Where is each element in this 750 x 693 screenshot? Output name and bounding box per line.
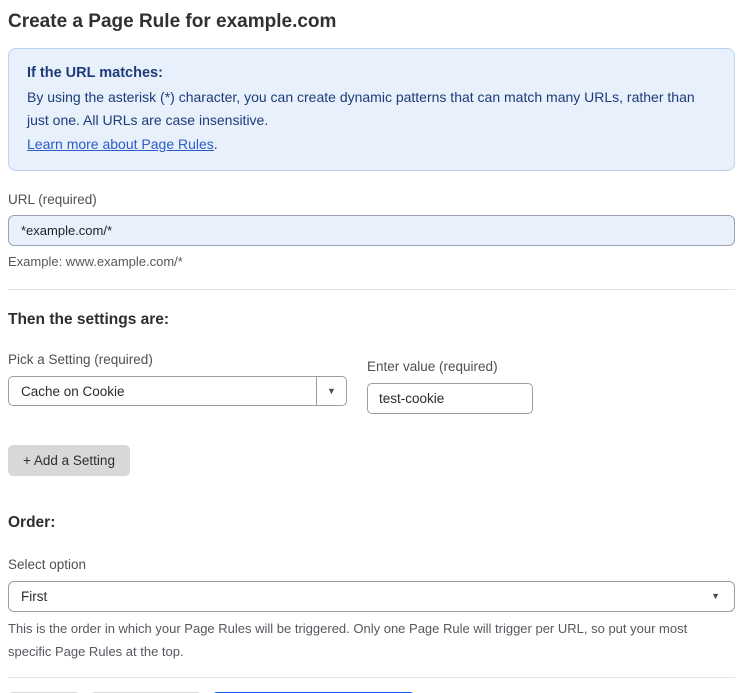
setting-value-input[interactable]: [367, 383, 533, 414]
page-title: Create a Page Rule for example.com: [8, 11, 337, 32]
info-box-heading: If the URL matches:: [27, 65, 163, 81]
create-page-rule-form: Create a Page Rule for example.com If th…: [0, 0, 750, 693]
settings-row: Pick a Setting (required) Cache on Cooki…: [8, 352, 735, 414]
order-helper-text: This is the order in which your Page Rul…: [8, 621, 688, 659]
order-section-heading: Order:: [8, 514, 56, 531]
footer-divider: [8, 677, 735, 678]
add-setting-button[interactable]: + Add a Setting: [8, 445, 130, 476]
section-divider: [8, 289, 735, 290]
info-box-body-text: By using the asterisk (*) character, you…: [27, 88, 695, 129]
setting-value-column: Enter value (required): [367, 359, 533, 414]
setting-dropdown-button[interactable]: ▼: [316, 377, 346, 405]
settings-section-heading: Then the settings are:: [8, 311, 170, 328]
setting-value-label: Enter value (required): [367, 359, 498, 374]
url-input[interactable]: [8, 215, 735, 246]
info-box-body: By using the asterisk (*) character, you…: [27, 86, 716, 157]
url-field-label: URL (required): [8, 192, 97, 207]
url-helper-text: Example: www.example.com/*: [8, 254, 183, 269]
chevron-down-icon: ▼: [327, 385, 336, 396]
setting-dropdown[interactable]: Cache on Cookie ▼: [8, 376, 347, 406]
setting-dropdown-value: Cache on Cookie: [21, 383, 125, 399]
order-select[interactable]: First ▼: [8, 581, 735, 612]
order-select-value: First: [21, 589, 48, 604]
url-match-info-box: If the URL matches: By using the asteris…: [8, 48, 735, 171]
chevron-down-icon: ▼: [711, 591, 720, 601]
order-select-label: Select option: [8, 557, 87, 572]
setting-picker-column: Pick a Setting (required) Cache on Cooki…: [8, 352, 347, 406]
learn-more-link[interactable]: Learn more about Page Rules: [27, 136, 214, 152]
setting-picker-label: Pick a Setting (required): [8, 352, 153, 367]
link-period: .: [213, 135, 218, 152]
